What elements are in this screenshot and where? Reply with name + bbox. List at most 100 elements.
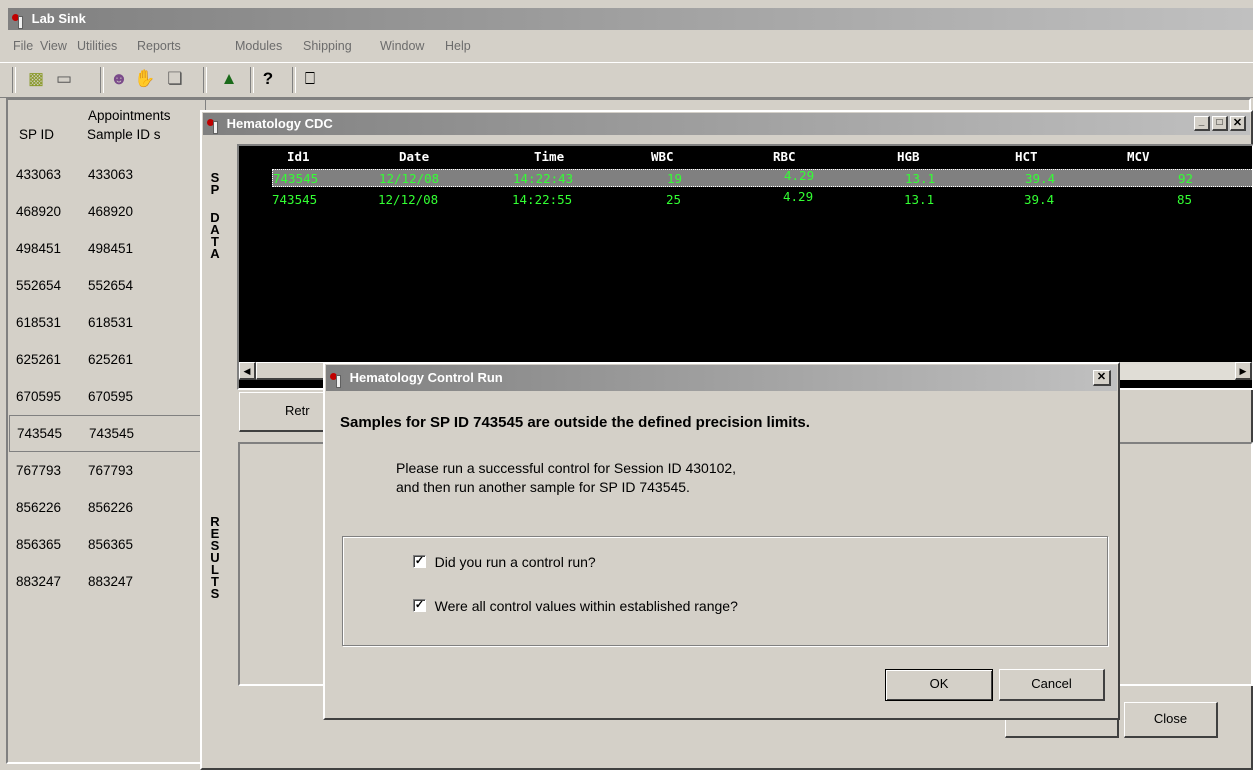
sp-id-cell: 767793 <box>16 463 62 478</box>
sample-id-cell: 767793 <box>88 463 134 478</box>
column-header: RBC <box>773 149 796 164</box>
grid-cell: 743545 <box>273 171 319 186</box>
scroll-right-button[interactable]: ▶ <box>1235 362 1252 380</box>
table-row[interactable]: 552654 552654 <box>8 267 208 304</box>
exit-icon[interactable]: ⎕ <box>299 68 321 90</box>
appointments-list: 433063 433063 468920 468920 498451 498451 5… <box>8 156 208 616</box>
grid-row-selected[interactable]: 743545 12/12/08 14:22:43 19 4.29 13.1 39… <box>272 168 1252 187</box>
open-icon[interactable]: ▭ <box>53 68 75 90</box>
column-header: HGB <box>897 149 920 164</box>
table-row[interactable]: 883247 883247 <box>8 563 208 600</box>
column-header: MCV <box>1127 149 1150 164</box>
grid-cell: 12/12/08 <box>378 192 439 207</box>
grid-cell: 92 <box>1178 171 1194 186</box>
maximize-button[interactable]: □ <box>1212 116 1228 131</box>
sample-id-cell: 618531 <box>88 315 134 330</box>
menu-window[interactable]: Window <box>380 39 424 53</box>
menu-file[interactable]: File <box>13 39 33 53</box>
range-checkbox[interactable]: ✓ <box>413 599 426 613</box>
table-row[interactable]: 670595 670595 <box>8 378 208 415</box>
dialog-close-button[interactable]: ✕ <box>1093 370 1111 386</box>
close-window-button[interactable]: ✕ <box>1230 116 1246 131</box>
minimize-button[interactable]: _ <box>1194 116 1210 131</box>
toolbar-separator <box>250 67 254 93</box>
retrieve-label: Retr <box>285 403 310 418</box>
column-header: Date <box>399 149 430 164</box>
dialog-message-line1: Please run a successful control for Sess… <box>396 460 737 476</box>
grid-cell: 13.1 <box>904 192 935 207</box>
range-check-label: Were all control values within establish… <box>434 597 738 614</box>
column-header: Id1 <box>287 149 310 164</box>
table-row[interactable]: 767793 767793 <box>8 452 208 489</box>
grid-cell: 4.29 <box>784 168 815 183</box>
people-icon[interactable]: ☻ <box>108 68 130 90</box>
chart-icon[interactable]: ▲ <box>218 68 240 90</box>
sample-id-cell: 498451 <box>88 241 134 256</box>
sp-id-cell: 856365 <box>16 537 62 552</box>
grid-cell: 39.4 <box>1024 192 1055 207</box>
sample-id-cell: 433063 <box>88 167 134 182</box>
menu-utilities[interactable]: Utilities <box>77 39 117 53</box>
hematology-title: Hematology CDC <box>226 116 333 131</box>
menu-help[interactable]: Help <box>445 39 471 53</box>
table-row[interactable]: 433063 433063 <box>8 156 208 193</box>
menu-shipping[interactable]: Shipping <box>303 39 352 53</box>
menu-bar: File View Utilities Reports Modules Ship… <box>0 36 1253 58</box>
control-run-dialog: Hematology Control Run ✕ Samples for SP … <box>323 362 1120 720</box>
grid-cell: 12/12/08 <box>379 171 440 186</box>
label-letter: A <box>210 246 220 261</box>
menu-modules[interactable]: Modules <box>235 39 282 53</box>
toolbar-separator <box>203 67 207 93</box>
sp-id-cell: 743545 <box>17 426 63 441</box>
hematology-title-bar: Hematology CDC _ □ ✕ <box>203 113 1250 135</box>
grid-row[interactable]: 743545 12/12/08 14:22:55 25 4.29 13.1 39… <box>272 189 1252 208</box>
close-button[interactable]: Close <box>1124 702 1218 738</box>
sample-id-cell: 883247 <box>88 574 134 589</box>
grid-cell: 743545 <box>272 192 318 207</box>
table-row[interactable]: 856226 856226 <box>8 489 208 526</box>
app-title-bar: Lab Sink <box>8 8 1253 30</box>
table-row[interactable]: 498451 498451 <box>8 230 208 267</box>
control-run-check-row[interactable]: ✓ Did you run a control run? <box>413 553 596 570</box>
dialog-message-line2: and then run another sample for SP ID 74… <box>396 479 690 495</box>
new-icon[interactable]: ▩ <box>25 68 47 90</box>
tag-icon[interactable]: ❏ <box>164 68 186 90</box>
table-row[interactable]: 625261 625261 <box>8 341 208 378</box>
sp-data-grid[interactable]: Id1 Date Time WBC RBC HGB HCT MCV 743545… <box>237 144 1253 390</box>
appointments-title: Appointments <box>88 108 171 123</box>
grid-cell: 39.4 <box>1025 171 1056 186</box>
label-letter: S <box>210 586 220 601</box>
sample-id-cell: 670595 <box>88 389 134 404</box>
retrieve-button[interactable]: Retr <box>239 392 329 432</box>
help-icon[interactable]: ? <box>257 68 279 90</box>
sp-id-cell: 552654 <box>16 278 62 293</box>
ok-button[interactable]: OK <box>885 669 993 701</box>
toolbar-separator <box>292 67 296 93</box>
control-run-checkbox[interactable]: ✓ <box>413 555 426 569</box>
sp-id-cell: 618531 <box>16 315 62 330</box>
grid-cell: 19 <box>667 171 683 186</box>
hematology-logo-icon <box>207 118 221 134</box>
sample-id-cell: 743545 <box>89 426 135 441</box>
sp-id-cell: 883247 <box>16 574 62 589</box>
dialog-logo-icon <box>330 372 344 388</box>
hand-icon[interactable]: ✋ <box>134 68 156 90</box>
table-row[interactable]: 468920 468920 <box>8 193 208 230</box>
checkbox-group: ✓ Did you run a control run? ✓ Were all … <box>342 536 1108 646</box>
cancel-button[interactable]: Cancel <box>999 669 1105 701</box>
lab-sink-logo-icon <box>12 13 26 29</box>
scroll-left-button[interactable]: ◀ <box>239 362 256 380</box>
menu-view[interactable]: View <box>40 39 67 53</box>
table-row-selected[interactable]: 743545 743545 <box>9 415 207 452</box>
range-check-row[interactable]: ✓ Were all control values within establi… <box>413 597 738 614</box>
sp-id-cell: 498451 <box>16 241 62 256</box>
menu-reports[interactable]: Reports <box>137 39 181 53</box>
table-row[interactable]: 618531 618531 <box>8 304 208 341</box>
column-header: HCT <box>1015 149 1038 164</box>
sample-id-cell: 468920 <box>88 204 134 219</box>
sample-id-cell: 856226 <box>88 500 134 515</box>
grid-cell: 85 <box>1177 192 1193 207</box>
grid-cell: 13.1 <box>905 171 936 186</box>
table-row[interactable]: 856365 856365 <box>8 526 208 563</box>
close-button-label: Close <box>1153 711 1188 726</box>
